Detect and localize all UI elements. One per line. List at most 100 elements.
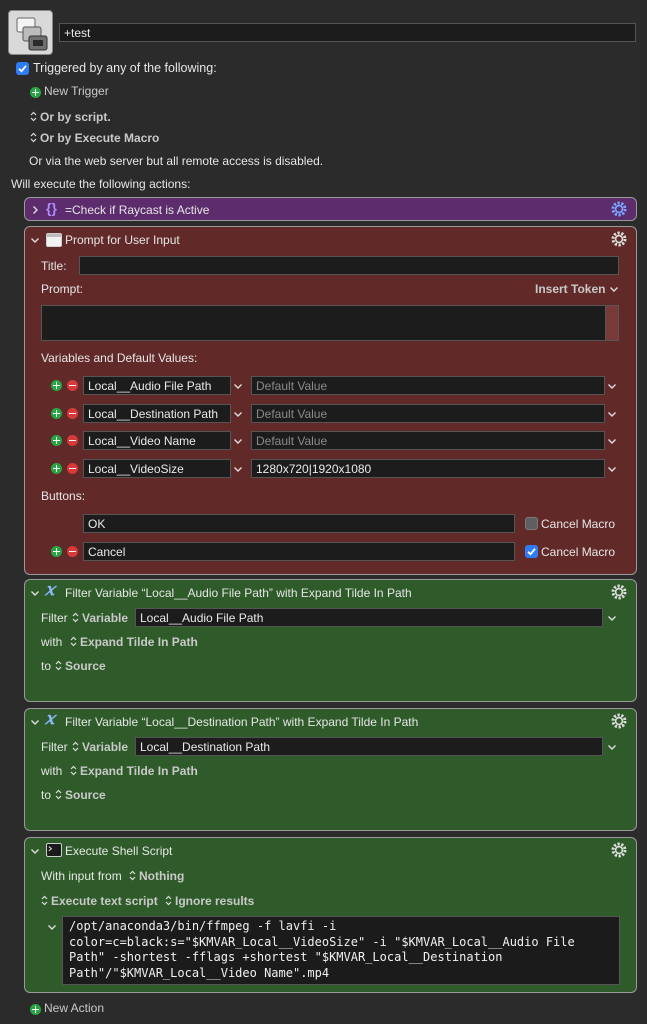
filter-type-popup[interactable]: Expand Tilde In Path: [70, 763, 198, 779]
destination-popup[interactable]: Source: [55, 787, 106, 803]
variable-name-field[interactable]: Local__Destination Path: [83, 404, 231, 423]
minus-icon[interactable]: [67, 546, 78, 557]
action-check-raycast[interactable]: {} =Check if Raycast is Active: [24, 197, 637, 221]
macro-icon[interactable]: [8, 10, 53, 55]
variable-name-field[interactable]: Local__VideoSize: [83, 459, 231, 478]
chevron-down-icon[interactable]: [607, 409, 617, 419]
macro-group-icon: [16, 17, 48, 51]
input-source-label: Nothing: [139, 869, 185, 883]
variable-mode-popup[interactable]: Variable: [72, 610, 128, 626]
filter-label: Filter: [41, 740, 68, 754]
button-name-field[interactable]: Cancel: [83, 542, 515, 561]
filter-x-icon: 𝑥: [45, 709, 55, 729]
variable-default-field[interactable]: 1280x720|1920x1080: [251, 459, 605, 478]
results-popup[interactable]: Ignore results: [165, 893, 254, 909]
or-by-execute-macro-toggle[interactable]: Or by Execute Macro: [30, 130, 159, 146]
updown-arrows-icon: [30, 132, 37, 143]
chevron-down-icon[interactable]: [233, 409, 243, 419]
chevron-right-icon[interactable]: [30, 205, 40, 215]
filter-type-popup[interactable]: Expand Tilde In Path: [70, 634, 198, 650]
action-title: =Check if Raycast is Active: [65, 203, 210, 217]
execution-mode-popup[interactable]: Execute text script: [41, 893, 158, 909]
plus-icon[interactable]: [51, 380, 62, 391]
chevron-down-icon[interactable]: [607, 381, 617, 391]
input-from-label: With input from: [41, 869, 122, 883]
chevron-down-icon[interactable]: [233, 464, 243, 474]
updown-arrows-icon: [70, 636, 77, 647]
chevron-down-icon[interactable]: [607, 742, 617, 752]
triggered-checkbox[interactable]: [16, 62, 29, 75]
cancel-macro-checkbox[interactable]: [525, 545, 538, 558]
chevron-down-icon[interactable]: [607, 464, 617, 474]
variable-mode-popup[interactable]: Variable: [72, 739, 128, 755]
action-title: Filter Variable “Local__Destination Path…: [65, 715, 419, 729]
new-trigger-link[interactable]: New Trigger: [44, 83, 109, 99]
variable-name-field[interactable]: Local__Video Name: [83, 431, 231, 450]
updown-arrows-icon: [72, 612, 79, 623]
or-by-script-toggle[interactable]: Or by script.: [30, 109, 111, 125]
gear-icon[interactable]: [610, 230, 628, 248]
plus-icon[interactable]: [51, 546, 62, 557]
macro-name-field[interactable]: +test: [59, 23, 636, 42]
variable-default-field[interactable]: Default Value: [251, 431, 605, 450]
script-line: color=c=black:s="$KMVAR_Local__VideoSize…: [69, 934, 575, 949]
gear-icon[interactable]: [610, 841, 628, 859]
minus-icon[interactable]: [67, 380, 78, 391]
variable-default-field[interactable]: Default Value: [251, 376, 605, 395]
chevron-down-icon[interactable]: [233, 436, 243, 446]
button-name-field[interactable]: OK: [83, 514, 515, 533]
minus-icon[interactable]: [67, 463, 78, 474]
insert-token-label: Insert Token: [535, 282, 606, 296]
filter-label: Filter: [41, 611, 68, 625]
action-execute-shell-script[interactable]: Execute Shell Script With input from Not…: [24, 837, 637, 993]
checkmark-icon: [18, 65, 27, 73]
action-title: Filter Variable “Local__Audio File Path”…: [65, 586, 412, 600]
to-label: to: [41, 788, 52, 802]
destination-popup[interactable]: Source: [55, 658, 106, 674]
insert-token-button[interactable]: Insert Token: [535, 281, 619, 297]
chevron-down-icon[interactable]: [607, 613, 617, 623]
updown-arrows-icon: [55, 660, 62, 671]
prompt-textarea[interactable]: [41, 305, 619, 341]
triggered-label: Triggered by any of the following:: [33, 61, 217, 75]
or-by-script-label: Or by script.: [40, 110, 111, 124]
action-prompt-user-input[interactable]: Prompt for User Input Title: Prompt: Ins…: [24, 226, 637, 575]
gear-icon[interactable]: [610, 712, 628, 730]
chevron-down-icon[interactable]: [30, 717, 40, 727]
minus-icon[interactable]: [67, 408, 78, 419]
variable-name-field[interactable]: Local__Destination Path: [135, 737, 603, 756]
chevron-down-icon[interactable]: [30, 846, 40, 856]
chevron-down-icon[interactable]: [30, 588, 40, 598]
prompt-resize-strip: [605, 305, 619, 341]
gear-icon[interactable]: [610, 583, 628, 601]
minus-icon[interactable]: [67, 435, 78, 446]
plus-icon[interactable]: [51, 435, 62, 446]
chevron-down-icon[interactable]: [233, 381, 243, 391]
window-icon: [46, 233, 62, 247]
action-title: Prompt for User Input: [65, 233, 180, 247]
chevron-down-icon[interactable]: [30, 235, 40, 245]
actions-header: Will execute the following actions:: [11, 177, 191, 191]
script-editor[interactable]: /opt/anaconda3/bin/ffmpeg -f lavfi -i col…: [62, 916, 620, 985]
action-title: Execute Shell Script: [65, 844, 173, 858]
new-action-link[interactable]: New Action: [44, 1000, 104, 1016]
chevron-down-icon[interactable]: [47, 922, 57, 932]
script-line: Path"/"$KMVAR_Local__Video Name".mp4: [69, 965, 330, 980]
cancel-macro-checkbox[interactable]: [525, 517, 538, 530]
variable-name-field[interactable]: Local__Audio File Path: [83, 376, 231, 395]
destination-label: Source: [65, 659, 106, 673]
plus-icon[interactable]: [51, 408, 62, 419]
braces-icon: {}: [46, 200, 57, 216]
action-filter-audio-path[interactable]: 𝑥 Filter Variable “Local__Audio File Pat…: [24, 579, 637, 702]
gear-icon[interactable]: [610, 200, 628, 218]
plus-icon[interactable]: [30, 87, 41, 98]
prompt-title-field[interactable]: [79, 256, 619, 275]
variable-name-field[interactable]: Local__Audio File Path: [135, 608, 603, 627]
plus-icon[interactable]: [30, 1004, 41, 1015]
chevron-down-icon[interactable]: [607, 436, 617, 446]
with-label: with: [41, 635, 63, 649]
variable-default-field[interactable]: Default Value: [251, 404, 605, 423]
plus-icon[interactable]: [51, 463, 62, 474]
action-filter-destination-path[interactable]: 𝑥 Filter Variable “Local__Destination Pa…: [24, 708, 637, 831]
input-source-popup[interactable]: Nothing: [129, 868, 184, 884]
